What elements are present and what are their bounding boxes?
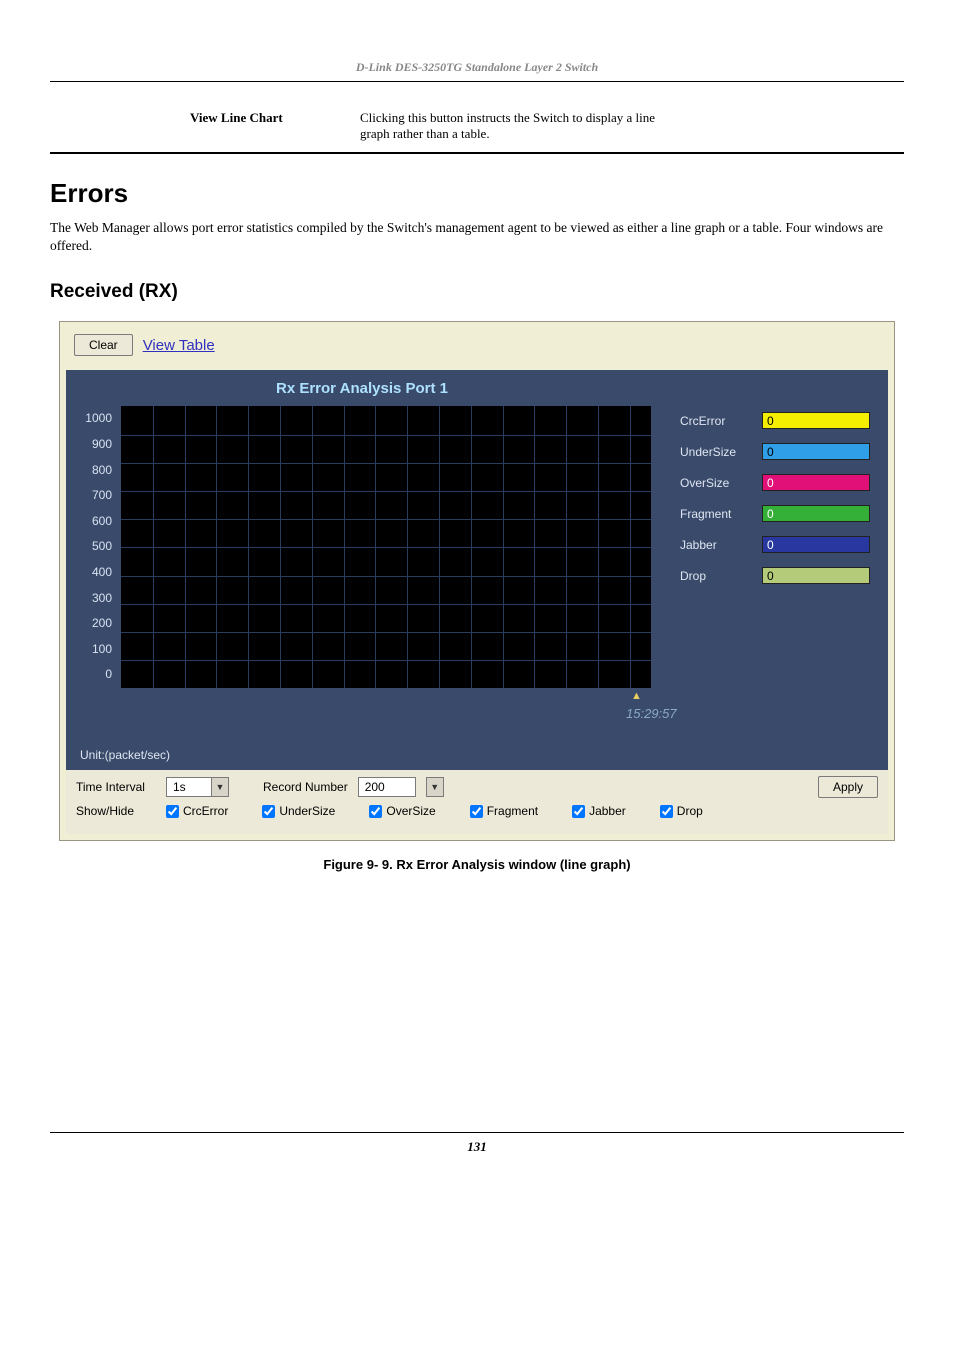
legend-label: OverSize xyxy=(680,476,754,490)
y-tick: 700 xyxy=(76,483,112,509)
legend: CrcError 0 UnderSize 0 OverSize 0 Fragme… xyxy=(680,412,870,598)
legend-label: CrcError xyxy=(680,414,754,428)
param-name: View Line Chart xyxy=(190,110,360,142)
legend-item: Fragment 0 xyxy=(680,505,870,522)
legend-item: Drop 0 xyxy=(680,567,870,584)
apply-button[interactable]: Apply xyxy=(818,776,878,798)
legend-value: 0 xyxy=(762,474,870,491)
check-drop[interactable]: Drop xyxy=(660,804,703,818)
check-label: CrcError xyxy=(183,804,228,818)
legend-item: CrcError 0 xyxy=(680,412,870,429)
page-footer: 131 xyxy=(50,1132,904,1155)
legend-item: UnderSize 0 xyxy=(680,443,870,460)
param-desc: Clicking this button instructs the Switc… xyxy=(360,110,680,142)
chart-panel: Rx Error Analysis Port 1 1000 900 800 70… xyxy=(66,370,888,770)
marker-icon: ▲ xyxy=(631,690,642,702)
check-fragment[interactable]: Fragment xyxy=(470,804,538,818)
checkbox[interactable] xyxy=(572,805,585,818)
record-number-stepper[interactable]: ▼ xyxy=(426,777,444,797)
check-label: Fragment xyxy=(487,804,538,818)
checkbox[interactable] xyxy=(369,805,382,818)
clear-button[interactable]: Clear xyxy=(74,334,133,356)
check-oversize[interactable]: OverSize xyxy=(369,804,435,818)
checkbox[interactable] xyxy=(660,805,673,818)
legend-item: Jabber 0 xyxy=(680,536,870,553)
y-axis-ticks: 1000 900 800 700 600 500 400 300 200 100… xyxy=(76,406,112,688)
y-tick: 0 xyxy=(76,662,112,688)
legend-value: 0 xyxy=(762,567,870,584)
timestamp: 15:29:57 xyxy=(626,706,677,721)
chevron-down-icon: ▼ xyxy=(427,778,443,796)
y-tick: 800 xyxy=(76,458,112,484)
section-body: The Web Manager allows port error statis… xyxy=(50,219,904,255)
time-interval-label: Time Interval xyxy=(76,780,156,794)
legend-value: 0 xyxy=(762,443,870,460)
legend-item: OverSize 0 xyxy=(680,474,870,491)
checkbox[interactable] xyxy=(166,805,179,818)
doc-header: D-Link DES-3250TG Standalone Layer 2 Swi… xyxy=(50,60,904,82)
param-row: View Line Chart Clicking this button ins… xyxy=(50,104,904,154)
time-interval-value: 1s xyxy=(167,780,211,794)
control-row-1: Time Interval 1s ▼ Record Number 200 ▼ A… xyxy=(76,776,878,798)
check-label: OverSize xyxy=(386,804,435,818)
app-window: Clear View Table Rx Error Analysis Port … xyxy=(59,321,895,841)
unit-label: Unit:(packet/sec) xyxy=(80,748,170,762)
y-tick: 1000 xyxy=(76,406,112,432)
legend-label: Drop xyxy=(680,569,754,583)
legend-label: UnderSize xyxy=(680,445,754,459)
figure-caption: Figure 9- 9. Rx Error Analysis window (l… xyxy=(50,857,904,872)
time-interval-select[interactable]: 1s ▼ xyxy=(166,777,229,797)
subsection-heading: Received (RX) xyxy=(50,281,904,303)
y-tick: 600 xyxy=(76,509,112,535)
y-tick: 400 xyxy=(76,560,112,586)
check-label: Drop xyxy=(677,804,703,818)
legend-value: 0 xyxy=(762,412,870,429)
chart-title: Rx Error Analysis Port 1 xyxy=(276,380,448,397)
plot-area xyxy=(121,406,651,688)
section-heading: Errors xyxy=(50,178,904,209)
check-label: UnderSize xyxy=(279,804,335,818)
showhide-label: Show/Hide xyxy=(76,804,156,818)
y-tick: 200 xyxy=(76,611,112,637)
y-tick: 100 xyxy=(76,637,112,663)
checkbox[interactable] xyxy=(470,805,483,818)
record-number-input[interactable]: 200 xyxy=(358,777,416,797)
check-label: Jabber xyxy=(589,804,626,818)
check-crcerror[interactable]: CrcError xyxy=(166,804,228,818)
checkbox[interactable] xyxy=(262,805,275,818)
view-table-link[interactable]: View Table xyxy=(143,337,215,354)
y-tick: 900 xyxy=(76,432,112,458)
record-number-label: Record Number xyxy=(263,780,348,794)
legend-value: 0 xyxy=(762,505,870,522)
legend-label: Fragment xyxy=(680,507,754,521)
y-tick: 500 xyxy=(76,534,112,560)
legend-value: 0 xyxy=(762,536,870,553)
controls-panel: Time Interval 1s ▼ Record Number 200 ▼ A… xyxy=(66,770,888,834)
control-row-2: Show/Hide CrcError UnderSize OverSize Fr… xyxy=(76,804,878,818)
check-jabber[interactable]: Jabber xyxy=(572,804,626,818)
check-undersize[interactable]: UnderSize xyxy=(262,804,335,818)
app-toolbar: Clear View Table xyxy=(60,322,894,370)
legend-label: Jabber xyxy=(680,538,754,552)
y-tick: 300 xyxy=(76,586,112,612)
chevron-down-icon: ▼ xyxy=(211,778,228,796)
